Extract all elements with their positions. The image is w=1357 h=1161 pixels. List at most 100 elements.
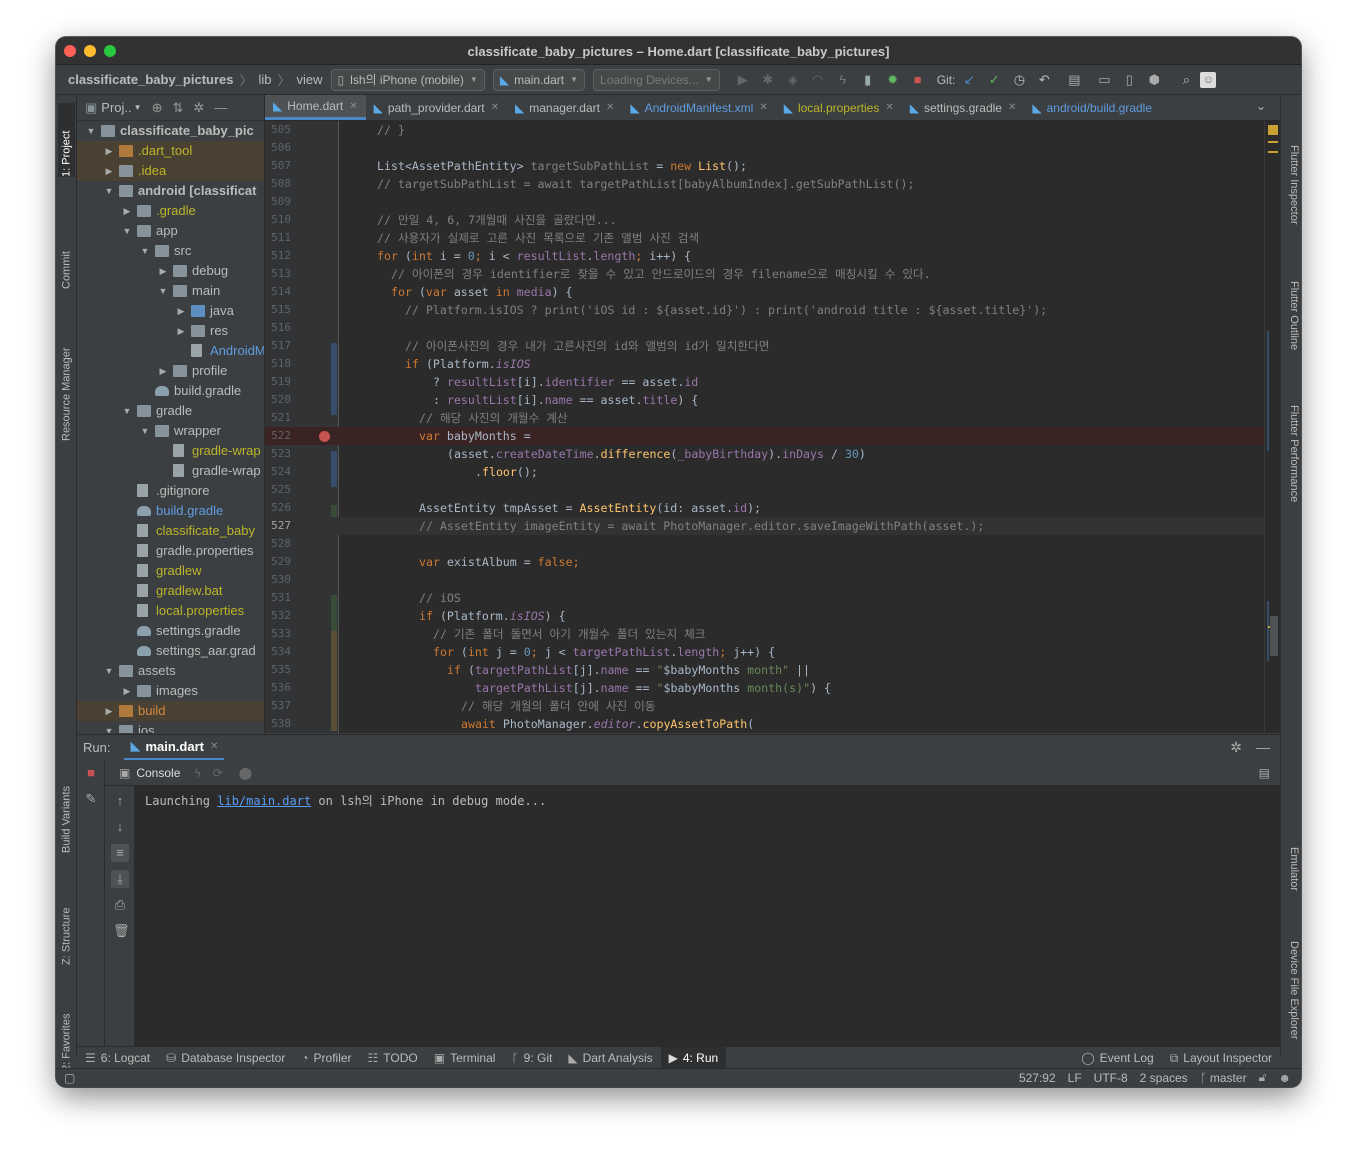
chevron-right-icon[interactable]: ▶ — [121, 681, 133, 701]
code-line[interactable]: 517 // 아이폰사진의 경우 내가 고른사진의 id와 앨범의 id가 일치한… — [265, 337, 1280, 355]
lock-icon[interactable]: 🔓︎ — [1259, 1070, 1267, 1085]
warning-marker[interactable] — [1268, 141, 1278, 143]
code-line[interactable]: 511 // 사용자가 실제로 고른 사진 목록으로 기존 앨범 사진 검색 — [265, 229, 1280, 247]
console-output[interactable]: Launching lib/main.dart on lsh의 iPhone i… — [135, 786, 1280, 1046]
code-line[interactable]: 534 for (int j = 0; j < targetPathList.le… — [265, 643, 1280, 661]
tool-layout-inspector[interactable]: ⧉ Layout Inspector — [1162, 1047, 1280, 1069]
warning-marker[interactable] — [1268, 151, 1278, 153]
tool-tab-emulator[interactable]: Emulator — [1283, 847, 1300, 917]
stop-icon[interactable]: ■ — [907, 69, 929, 91]
arrow-up-icon[interactable]: ↑ — [113, 794, 127, 808]
code-line[interactable]: 508 // targetSubPathList = await targetPa… — [265, 175, 1280, 193]
tree-item[interactable]: ▼ assets — [77, 661, 264, 681]
tool-run[interactable]: ▶ 4: Run — [660, 1046, 727, 1069]
target-device-selector[interactable]: Loading Devices... ▼ — [593, 68, 720, 91]
hide-panel-icon[interactable]: — — [1256, 739, 1270, 756]
trash-icon[interactable]: 🗑︎ — [113, 924, 130, 938]
chevron-down-icon[interactable]: ▼ — [103, 721, 115, 733]
tree-item[interactable]: ▼ wrapper — [77, 421, 264, 441]
hide-panel-icon[interactable]: — — [214, 100, 227, 115]
git-branch-widget[interactable]: ᚴ master — [1200, 1071, 1247, 1085]
tool-tab-structure[interactable]: Z: Structure — [58, 879, 75, 965]
git-rollback-icon[interactable]: ↶ — [1033, 69, 1055, 91]
tree-item[interactable]: local.properties — [77, 601, 264, 621]
editor-tab[interactable]: ◣ local.properties ✕ — [776, 95, 902, 120]
code-line[interactable]: 535 if (targetPathList[j].name == "$babyM… — [265, 661, 1280, 679]
code-line[interactable]: 532 if (Platform.isIOS) { — [265, 607, 1280, 625]
inspector-icon[interactable]: ☻ — [1278, 1071, 1291, 1085]
chevron-down-icon[interactable]: ▼ — [157, 281, 169, 301]
tree-item[interactable]: build.gradle — [77, 381, 264, 401]
tool-tab-favorites[interactable]: 2: Favorites — [58, 985, 75, 1071]
print-icon[interactable]: ⎙ — [113, 898, 127, 912]
code-line[interactable]: 536 targetPathList[j].name == "$babyMonth… — [265, 679, 1280, 697]
code-line[interactable]: 531 // iOS — [265, 589, 1280, 607]
tree-item[interactable]: ▶ profile — [77, 361, 264, 381]
avatar[interactable]: ☺ — [1200, 71, 1217, 88]
code-line[interactable]: 520: resultList[i].name == asset.title) … — [265, 391, 1280, 409]
gear-icon[interactable]: ✲ — [193, 100, 204, 116]
code-line[interactable]: 513 // 아이폰의 경우 identifier로 찾을 수 있고 안드로이드의… — [265, 265, 1280, 283]
run-coverage-icon[interactable]: ◈ — [782, 69, 804, 91]
git-commit-icon[interactable]: ✓ — [983, 69, 1005, 91]
tool-tab-commit[interactable]: Commit — [58, 227, 75, 289]
chevron-right-icon[interactable]: ▶ — [103, 701, 115, 721]
code-line[interactable]: 516 — [265, 319, 1280, 337]
code-line[interactable]: 527 // AssetEntity imageEntity = await Ph… — [265, 517, 1280, 535]
close-icon[interactable]: ✕ — [491, 102, 499, 113]
tree-item[interactable]: classificate_baby — [77, 521, 264, 541]
tree-item[interactable]: gradle-wrap — [77, 461, 264, 481]
editor-tab[interactable]: ◣ Home.dart ✕ — [265, 95, 366, 120]
chevron-right-icon[interactable]: ▶ — [175, 301, 187, 321]
tool-terminal[interactable]: ▣ Terminal — [426, 1047, 504, 1069]
avd-manager-icon[interactable]: ▭ — [1093, 69, 1115, 91]
tool-dart-analysis[interactable]: ◣ Dart Analysis — [560, 1047, 660, 1069]
close-icon[interactable]: ✕ — [759, 102, 767, 113]
attach-debugger-icon[interactable]: ▮ — [857, 69, 879, 91]
code-line[interactable]: 521 // 해당 사진의 개월수 계산 — [265, 409, 1280, 427]
chevron-down-icon[interactable]: ▼ — [121, 401, 133, 421]
tool-tab-device-file-explorer[interactable]: Device File Explorer — [1283, 941, 1300, 1071]
editor-tab[interactable]: ◣ path_provider.dart ✕ — [366, 95, 507, 120]
chevron-down-icon[interactable]: ▼ — [103, 661, 115, 681]
chevron-right-icon[interactable]: ▶ — [103, 141, 115, 161]
chevron-down-icon[interactable]: ▼ — [139, 241, 151, 261]
tool-tab-project[interactable]: 1: Project — [58, 103, 75, 177]
breadcrumb-project[interactable]: classificate_baby_pictures — [68, 72, 233, 87]
editor-tab[interactable]: ◣ settings.gradle ✕ — [902, 95, 1025, 120]
chevron-right-icon[interactable]: ▶ — [121, 201, 133, 221]
collapse-all-icon[interactable]: ⇅ — [172, 100, 183, 116]
tree-item[interactable]: settings_aar.grad — [77, 641, 264, 661]
tool-logcat[interactable]: ☰ 6: Logcat — [77, 1047, 158, 1069]
code-line[interactable]: 529 var existAlbum = false; — [265, 553, 1280, 571]
chevron-down-icon[interactable]: ▼ — [103, 181, 115, 201]
close-icon[interactable]: ✕ — [885, 102, 893, 113]
chevron-right-icon[interactable]: ▶ — [175, 321, 187, 341]
file-encoding[interactable]: UTF-8 — [1094, 1071, 1128, 1085]
tool-tab-flutter-outline[interactable]: Flutter Outline — [1283, 281, 1300, 381]
arrow-down-icon[interactable]: ↓ — [113, 820, 127, 834]
git-update-icon[interactable]: ↙ — [958, 69, 980, 91]
search-everywhere-icon[interactable]: ⌕ — [1175, 69, 1197, 91]
line-separator[interactable]: LF — [1068, 1071, 1082, 1085]
tree-item[interactable]: ▶ .dart_tool — [77, 141, 264, 161]
editor-tab[interactable]: ◣ android/build.gradle — [1024, 95, 1160, 120]
project-view-selector[interactable]: Proj.. — [101, 100, 131, 115]
close-icon[interactable]: ✕ — [349, 101, 357, 112]
code-line[interactable]: 514 for (var asset in media) { — [265, 283, 1280, 301]
device-manager-icon[interactable]: ▯ — [1118, 69, 1140, 91]
breadcrumb-view[interactable]: view — [297, 72, 323, 87]
tool-profiler[interactable]: ◔ Profiler — [293, 1047, 359, 1069]
tree-item[interactable]: ▼ main — [77, 281, 264, 301]
tree-item[interactable]: ▶ images — [77, 681, 264, 701]
tree-item[interactable]: ▶ res — [77, 321, 264, 341]
chevron-right-icon[interactable]: ▶ — [103, 161, 115, 181]
code-line[interactable]: 512 for (int i = 0; i < resultList.length… — [265, 247, 1280, 265]
editor-tab[interactable]: ◣ AndroidManifest.xml ✕ — [622, 95, 775, 120]
tree-item[interactable]: ▼ src — [77, 241, 264, 261]
open-devtools-icon[interactable]: ⬤ — [239, 766, 252, 780]
code-line[interactable]: 515 // Platform.isIOS ? print('iOS id : $… — [265, 301, 1280, 319]
indent-setting[interactable]: 2 spaces — [1140, 1071, 1188, 1085]
hot-reload-icon[interactable]: ϟ — [832, 69, 854, 91]
tree-item[interactable]: ▶ java — [77, 301, 264, 321]
